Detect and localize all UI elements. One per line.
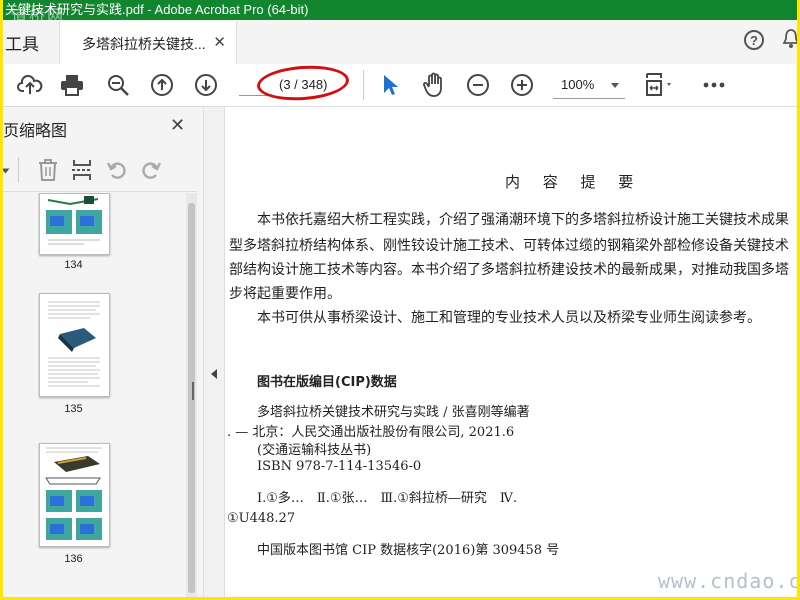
page-thumbnail-135[interactable] <box>39 293 110 397</box>
insert-pages-icon[interactable] <box>71 158 93 182</box>
upload-cloud-icon[interactable] <box>17 72 43 98</box>
page-thumbnail-136[interactable] <box>39 443 110 547</box>
page-number-field[interactable]: (3 / 348) <box>239 62 351 104</box>
body-line: 步将起重要作用。 <box>229 286 341 302</box>
thumbnail-label: 135 <box>64 403 83 415</box>
site-watermark-top: 道桥网 <box>11 6 66 20</box>
panel-title: 页缩略图 <box>3 123 68 140</box>
panel-toolbar-divider <box>18 157 19 183</box>
tab-document-label: 多塔斜拉桥关键技... <box>82 36 206 52</box>
cip-line: 中国版本图书馆 CIP 数据核字(2016)第 309458 号 <box>257 543 560 558</box>
document-heading: 内 容 提 要 <box>505 173 643 191</box>
page-thumbnail-134[interactable] <box>39 193 110 255</box>
highlight-ring-annotation <box>255 62 351 104</box>
tab-close-icon[interactable]: ✕ <box>213 33 226 51</box>
cip-line: 多塔斜拉桥关键技术研究与实践 / 张喜刚等编著 <box>257 405 530 420</box>
thumbnail-label: 136 <box>64 553 83 565</box>
acrobat-window: 关键技术研究与实践.pdf - Adobe Acrobat Pro (64-bi… <box>3 0 797 597</box>
thumbnails-panel: 页缩略图 ✕ 134 135 136 <box>3 107 204 597</box>
rotate-left-icon[interactable] <box>106 159 128 181</box>
trash-icon[interactable] <box>37 158 59 182</box>
panel-collapse-strip[interactable] <box>204 107 225 597</box>
page-fit-icon[interactable] <box>643 72 679 98</box>
tab-bar: 工具 多塔斜拉桥关键技... ✕ ? <box>3 20 797 65</box>
panel-resize-handle[interactable] <box>192 382 194 400</box>
chevron-down-icon <box>611 83 619 88</box>
main-toolbar: (3 / 348) 100% <box>3 62 797 107</box>
zoom-search-icon[interactable] <box>105 72 131 98</box>
cip-line: (交通运输科技丛书) <box>257 443 372 458</box>
panel-toolbar <box>3 151 197 192</box>
body-line: 部结构设计施工技术等内容。本书介绍了多塔斜拉桥建设技术的最新成果，对推动我国多塔 <box>229 262 789 278</box>
thumbnail-label: 134 <box>64 259 83 271</box>
zoom-out-icon[interactable] <box>465 72 491 98</box>
body-line: 本书可供从事桥梁设计、施工和管理的专业技术人员以及桥梁专业师生阅读参考。 <box>257 310 761 326</box>
previous-page-icon[interactable] <box>149 72 175 98</box>
title-bar: 关键技术研究与实践.pdf - Adobe Acrobat Pro (64-bi… <box>3 0 797 20</box>
options-caret-icon[interactable] <box>3 168 10 174</box>
rotate-right-icon[interactable] <box>140 159 162 181</box>
print-icon[interactable] <box>59 72 85 98</box>
collapse-left-icon[interactable] <box>211 369 217 379</box>
thumbnail-list: 134 135 136 <box>3 193 186 597</box>
body-line: 本书依托嘉绍大桥工程实践，介绍了强涌潮环境下的多塔斜拉桥设计施工关键技术成果 <box>257 212 789 228</box>
zoom-level-select[interactable]: 100% <box>553 72 625 99</box>
cip-heading: 图书在版编目(CIP)数据 <box>257 375 397 390</box>
notification-bell-icon[interactable] <box>783 28 797 50</box>
select-cursor-icon[interactable] <box>377 72 403 98</box>
panel-close-icon[interactable]: ✕ <box>170 115 185 136</box>
cip-line: . — 北京：人民交通出版社股份有限公司, 2021.6 <box>227 425 515 440</box>
next-page-icon[interactable] <box>193 72 219 98</box>
body-line: 型多塔斜拉桥结构体系、刚性铰设计施工技术、可转体过缆的钢箱梁外部检修设备关键技术 <box>229 238 789 254</box>
document-page: 内 容 提 要 本书依托嘉绍大桥工程实践，介绍了强涌潮环境下的多塔斜拉桥设计施工… <box>225 107 797 597</box>
tab-tools[interactable]: 工具 <box>5 30 39 55</box>
zoom-in-icon[interactable] <box>509 72 535 98</box>
cip-line: ①U448.27 <box>227 511 296 526</box>
cip-line: ISBN 978-7-114-13546-0 <box>257 459 422 474</box>
toolbar-divider <box>363 70 364 100</box>
cip-line: Ⅰ.①多… Ⅱ.①张… Ⅲ.①斜拉桥—研究 Ⅳ. <box>257 491 517 506</box>
hand-tool-icon[interactable] <box>421 72 447 98</box>
tab-document[interactable]: 多塔斜拉桥关键技... ✕ <box>59 22 237 64</box>
zoom-level-value: 100% <box>561 77 595 92</box>
more-options-icon[interactable] <box>701 72 727 98</box>
site-watermark-bottom: www.cndao.com <box>658 569 797 593</box>
help-icon[interactable]: ? <box>744 30 764 50</box>
